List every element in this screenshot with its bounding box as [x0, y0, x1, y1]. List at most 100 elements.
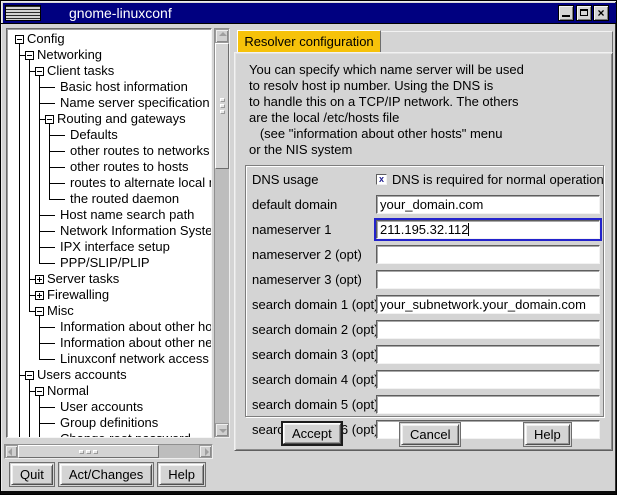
tree-item[interactable]: Config — [15, 31, 211, 47]
arrow-left-icon — [8, 448, 12, 456]
scroll-right-button[interactable] — [199, 445, 212, 458]
tree-item-label: Basic host information — [57, 79, 188, 95]
tree-item[interactable]: IPX interface setup — [15, 239, 211, 255]
expand-icon[interactable] — [35, 291, 44, 300]
titlebar-separator — [1, 23, 617, 24]
minimize-icon — [562, 15, 570, 17]
collapse-icon[interactable] — [25, 371, 34, 380]
tree-item[interactable]: the routed daemon — [15, 191, 211, 207]
tree-item[interactable]: Information about other hosts — [15, 319, 211, 335]
tree-guide — [15, 431, 25, 438]
window-menu-icon[interactable] — [5, 5, 41, 21]
tree-item[interactable]: PPP/SLIP/PLIP — [15, 255, 211, 271]
tree-item[interactable]: Defaults — [15, 127, 211, 143]
tree-guide — [35, 95, 45, 111]
tree-vertical-scrollbar[interactable] — [214, 28, 230, 438]
tree-item-label: other routes to hosts — [67, 159, 189, 175]
dns-usage-checkbox[interactable]: x — [376, 174, 387, 185]
form-row: search domain 1 (opt)your_subnetwork.you… — [246, 292, 603, 317]
close-button[interactable]: × — [593, 5, 609, 21]
config-tree[interactable]: ConfigNetworkingClient tasksBasic host i… — [6, 28, 212, 438]
field-label: search domain 5 (opt) — [252, 397, 376, 412]
tree-guide — [15, 207, 25, 223]
tree-item[interactable]: Linuxconf network access — [15, 351, 211, 367]
expand-icon[interactable] — [35, 275, 44, 284]
tree-item[interactable]: Server tasks — [15, 271, 211, 287]
scroll-left-button[interactable] — [5, 445, 18, 458]
tree-guide — [15, 271, 25, 287]
tree-item[interactable]: Group definitions — [15, 415, 211, 431]
checkmark-icon: x — [377, 174, 386, 185]
collapse-icon[interactable] — [35, 387, 44, 396]
tree-guide — [35, 431, 45, 438]
scroll-down-button[interactable] — [215, 423, 229, 437]
text-input[interactable]: your_subnetwork.your_domain.com — [376, 295, 600, 314]
tree-item[interactable]: routes to alternate local ne — [15, 175, 211, 191]
tree-guide — [25, 431, 35, 438]
tree-item-label: Group definitions — [57, 415, 158, 431]
tree-item[interactable]: other routes to networks — [15, 143, 211, 159]
text-input[interactable]: 211.195.32.112 — [376, 220, 600, 239]
text-input[interactable] — [376, 395, 600, 414]
scroll-up-button[interactable] — [215, 29, 229, 43]
tree-item[interactable]: Name server specification (D — [15, 95, 211, 111]
help-button-panel[interactable]: Help — [523, 422, 572, 447]
accept-button[interactable]: Accept — [281, 421, 343, 446]
tree-horizontal-scrollbar[interactable] — [4, 444, 213, 459]
collapse-icon[interactable] — [45, 115, 54, 124]
field-label: search domain 3 (opt) — [252, 347, 376, 362]
tree-item-label: Client tasks — [44, 63, 114, 79]
tree-item[interactable]: Host name search path — [15, 207, 211, 223]
collapse-icon[interactable] — [35, 307, 44, 316]
tree-guide — [15, 303, 25, 319]
text-input[interactable] — [376, 320, 600, 339]
text-input[interactable] — [376, 345, 600, 364]
tree-item-label: Misc — [44, 303, 74, 319]
collapse-icon[interactable] — [15, 35, 24, 44]
tree-item-label: Server tasks — [44, 271, 119, 287]
tree-guide — [25, 79, 35, 95]
text-input[interactable]: your_domain.com — [376, 195, 600, 214]
tree-item[interactable]: Basic host information — [15, 79, 211, 95]
text-input[interactable] — [376, 270, 600, 289]
dns-usage-checkbox-label: DNS is required for normal operation — [392, 172, 604, 187]
form-row: nameserver 2 (opt) — [246, 242, 603, 267]
act-changes-button[interactable]: Act/Changes — [58, 462, 154, 487]
tree-item[interactable]: Change root password — [15, 431, 211, 438]
text-input[interactable] — [376, 370, 600, 389]
tree-guide — [15, 399, 25, 415]
tree-item[interactable]: other routes to hosts — [15, 159, 211, 175]
tree-item[interactable]: Network Information System — [15, 223, 211, 239]
help-button-main[interactable]: Help — [157, 462, 206, 487]
tree-item[interactable]: Users accounts — [15, 367, 211, 383]
form-row: nameserver 3 (opt) — [246, 267, 603, 292]
tree-guide — [25, 271, 35, 287]
close-icon: × — [594, 5, 608, 21]
tree-item-label: Name server specification (D — [57, 95, 212, 111]
tree-item[interactable]: Networking — [15, 47, 211, 63]
resolver-configuration-panel: You can specify which name server will b… — [234, 52, 613, 451]
text-input[interactable] — [376, 245, 600, 264]
collapse-icon[interactable] — [35, 67, 44, 76]
tab-strip — [381, 31, 613, 52]
minimize-button[interactable] — [558, 5, 574, 21]
tree-item[interactable]: Routing and gateways — [15, 111, 211, 127]
form-row: default domainyour_domain.com — [246, 192, 603, 217]
tree-item-label: Change root password — [57, 431, 191, 438]
cancel-button[interactable]: Cancel — [399, 422, 461, 447]
tree-item[interactable]: Client tasks — [15, 63, 211, 79]
tree-item[interactable]: Normal — [15, 383, 211, 399]
tab-resolver-configuration[interactable]: Resolver configuration — [237, 30, 381, 52]
tree-item[interactable]: User accounts — [15, 399, 211, 415]
tree-item[interactable]: Firewalling — [15, 287, 211, 303]
panel-description: You can specify which name server will b… — [249, 62, 524, 158]
tree-item[interactable]: Information about other netw — [15, 335, 211, 351]
tree-guide — [15, 111, 25, 127]
horizontal-scroll-thumb[interactable] — [18, 445, 159, 458]
tree-item[interactable]: Misc — [15, 303, 211, 319]
vertical-scroll-thumb[interactable] — [215, 43, 229, 169]
maximize-button[interactable] — [576, 5, 592, 21]
tree-item-label: Network Information System — [57, 223, 212, 239]
collapse-icon[interactable] — [25, 51, 34, 60]
quit-button[interactable]: Quit — [9, 462, 55, 487]
